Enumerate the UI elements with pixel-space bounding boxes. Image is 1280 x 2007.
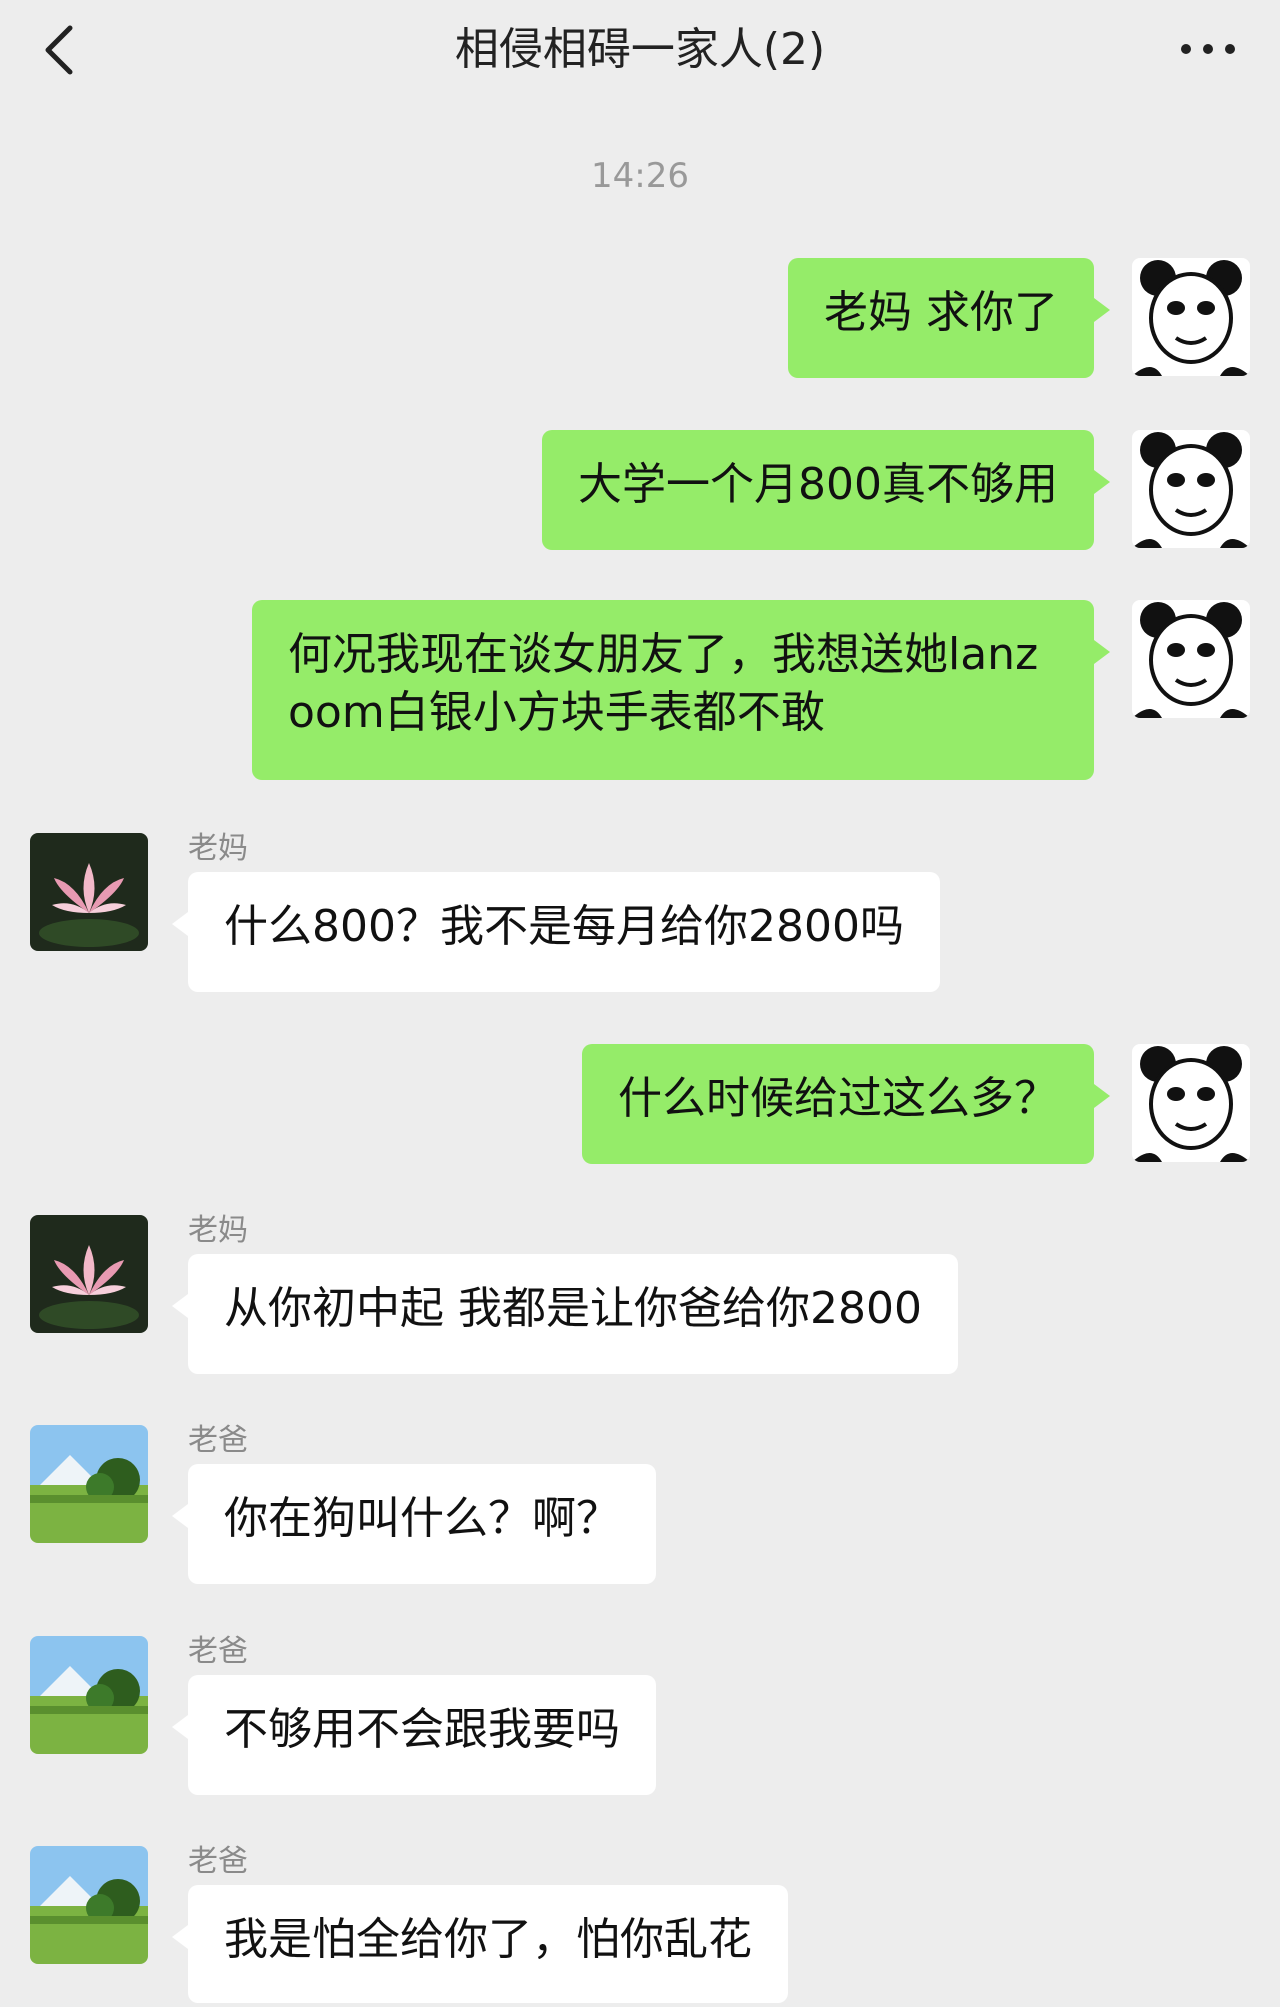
- sender-name: 老爸: [188, 1844, 248, 1879]
- sender-name: 老爸: [188, 1634, 248, 1669]
- landscape-avatar[interactable]: [30, 1846, 148, 1964]
- panda-avatar[interactable]: [1132, 258, 1250, 376]
- landscape-avatar[interactable]: [30, 1636, 148, 1754]
- sender-name: 老妈: [188, 831, 248, 866]
- chat-bubble-incoming[interactable]: 你在狗叫什么？啊？: [172, 1464, 656, 1584]
- lotus-avatar[interactable]: [30, 833, 148, 951]
- chat-bubble-outgoing[interactable]: 何况我现在谈女朋友了，我想送她lanzoom白银小方块手表都不敢: [252, 600, 1110, 780]
- chat-bubble-outgoing[interactable]: 大学一个月800真不够用: [542, 430, 1110, 550]
- chat-bubble-incoming[interactable]: 我是怕全给你了，怕你乱花: [172, 1885, 788, 2003]
- sender-name: 老妈: [188, 1213, 248, 1248]
- panda-avatar[interactable]: [1132, 600, 1250, 718]
- chat-bubble-outgoing[interactable]: 什么时候给过这么多？: [582, 1044, 1110, 1164]
- chat-bubble-outgoing[interactable]: 老妈 求你了: [788, 258, 1110, 378]
- lotus-avatar[interactable]: [30, 1215, 148, 1333]
- chat-bubble-incoming[interactable]: 从你初中起 我都是让你爸给你2800: [172, 1254, 958, 1374]
- panda-avatar[interactable]: [1132, 1044, 1250, 1162]
- panda-avatar[interactable]: [1132, 430, 1250, 548]
- chat-bubble-incoming[interactable]: 什么800？我不是每月给你2800吗: [172, 872, 940, 992]
- more-dots-icon[interactable]: [1176, 34, 1240, 64]
- chat-header: 相侵相碍一家人(2): [0, 0, 1280, 100]
- sender-name: 老爸: [188, 1423, 248, 1458]
- chat-bubble-incoming[interactable]: 不够用不会跟我要吗: [172, 1675, 656, 1795]
- message-timestamp: 14:26: [591, 156, 689, 196]
- chat-title: 相侵相碍一家人(2): [454, 24, 826, 75]
- landscape-avatar[interactable]: [30, 1425, 148, 1543]
